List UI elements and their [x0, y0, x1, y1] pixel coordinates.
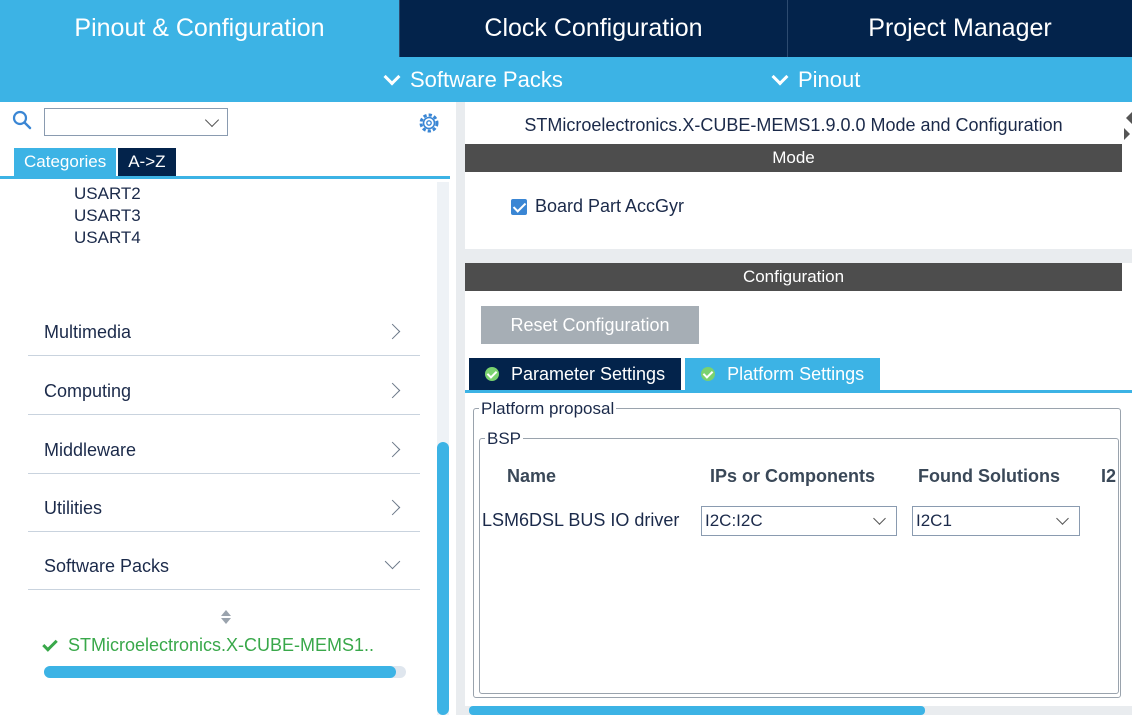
peripheral-item-usart2[interactable]: USART2 — [74, 184, 141, 204]
chevron-down-icon — [384, 553, 401, 570]
software-pack-label: STMicroelectronics.X-CUBE-MEMS1.. — [68, 635, 375, 655]
category-label: Multimedia — [44, 322, 132, 342]
ip-component-value: I2C:I2C — [705, 511, 763, 530]
sub-menu-bar: Software Packs Pinout — [0, 57, 1132, 102]
tabs-underline — [465, 390, 1132, 393]
platform-proposal-legend: Platform proposal — [479, 399, 617, 419]
category-software-packs[interactable]: Software Packs — [28, 532, 420, 590]
chevron-right-icon — [384, 441, 401, 458]
found-solution-select[interactable]: I2C1 — [912, 506, 1080, 536]
column-header-ips: IPs or Components — [710, 466, 876, 486]
mode-header: Mode — [465, 144, 1122, 172]
right-panel: STMicroelectronics.X-CUBE-MEMS1.9.0.0 Mo… — [456, 102, 1132, 715]
panel-title: STMicroelectronics.X-CUBE-MEMS1.9.0.0 Mo… — [524, 115, 1063, 135]
peripheral-item-usart4[interactable]: USART4 — [74, 228, 141, 248]
chevron-down-icon — [873, 512, 886, 525]
board-part-label: Board Part AccGyr — [535, 196, 685, 216]
category-utilities[interactable]: Utilities — [28, 474, 420, 532]
category-computing[interactable]: Computing — [28, 357, 420, 415]
ip-component-select[interactable]: I2C:I2C — [701, 506, 897, 536]
tab-categories[interactable]: Categories — [14, 148, 117, 176]
pinout-menu[interactable]: Pinout — [770, 57, 860, 102]
column-header-found-solutions: Found Solutions — [918, 466, 1060, 486]
chevron-right-icon — [384, 323, 401, 340]
category-view-tabs: Categories A->Z — [14, 148, 176, 176]
scrollbar-thumb[interactable] — [44, 666, 396, 678]
driver-name-cell: LSM6DSL BUS IO driver — [482, 510, 680, 530]
tab-platform-settings[interactable]: Platform Settings — [685, 358, 881, 390]
chevron-down-icon — [204, 112, 220, 128]
collapse-arrows-icon[interactable] — [1124, 106, 1132, 146]
category-label: Utilities — [44, 498, 103, 518]
check-circle-icon — [701, 367, 716, 381]
pack-horizontal-scrollbar[interactable] — [44, 666, 406, 678]
tab-underline — [0, 176, 450, 179]
column-header-truncated: I2 — [1101, 466, 1117, 486]
tab-clock-configuration[interactable]: Clock Configuration — [400, 0, 788, 57]
category-middleware[interactable]: Middleware — [28, 416, 420, 474]
check-icon — [42, 635, 58, 652]
tab-project-manager[interactable]: Project Manager — [788, 0, 1132, 57]
category-label: Middleware — [44, 440, 137, 460]
settings-tabs: Parameter Settings Platform Settings — [469, 358, 881, 390]
chevron-down-icon — [771, 68, 789, 85]
configuration-header: Configuration — [465, 263, 1122, 291]
main-tab-bar: Pinout & Configuration Clock Configurati… — [0, 0, 1132, 57]
board-part-checkbox-row[interactable]: Board Part AccGyr — [511, 196, 684, 217]
column-header-name: Name — [507, 466, 557, 486]
chevron-down-icon — [383, 68, 401, 85]
mode-configuration-panel: STMicroelectronics.X-CUBE-MEMS1.9.0.0 Mo… — [465, 102, 1132, 715]
tab-a-to-z[interactable]: A->Z — [118, 148, 176, 176]
tab-label: Parameter Settings — [511, 363, 666, 384]
search-input[interactable] — [44, 108, 228, 136]
sort-icon[interactable] — [220, 608, 232, 626]
search-icon[interactable] — [12, 110, 32, 130]
found-solution-value: I2C1 — [916, 511, 952, 530]
left-panel: Categories A->Z USART2 USART3 USART4 Mul… — [0, 102, 456, 715]
category-multimedia[interactable]: Multimedia — [28, 298, 420, 356]
chevron-right-icon — [384, 382, 401, 399]
software-pack-item[interactable]: STMicroelectronics.X-CUBE-MEMS1.. — [42, 635, 375, 656]
pinout-menu-label: Pinout — [798, 66, 861, 92]
tab-pinout-configuration[interactable]: Pinout & Configuration — [0, 0, 400, 57]
left-scrollbar-thumb[interactable] — [437, 442, 449, 715]
software-packs-menu-label: Software Packs — [410, 66, 563, 92]
gear-icon[interactable] — [416, 110, 442, 136]
bsp-legend: BSP — [485, 429, 524, 449]
software-packs-menu[interactable]: Software Packs — [382, 57, 563, 102]
peripheral-item-usart3[interactable]: USART3 — [74, 206, 141, 226]
section-divider — [465, 249, 1132, 263]
tab-label: Platform Settings — [727, 363, 865, 384]
checkbox-checked-icon[interactable] — [511, 198, 527, 215]
category-label: Software Packs — [44, 556, 170, 576]
reset-configuration-button[interactable]: Reset Configuration — [481, 306, 699, 344]
tab-parameter-settings[interactable]: Parameter Settings — [469, 358, 682, 390]
right-scrollbar-thumb[interactable] — [469, 706, 925, 715]
check-circle-icon — [485, 367, 499, 381]
chevron-right-icon — [384, 499, 401, 516]
search-row — [0, 102, 456, 146]
chevron-down-icon — [1056, 512, 1069, 525]
category-label: Computing — [44, 381, 132, 401]
